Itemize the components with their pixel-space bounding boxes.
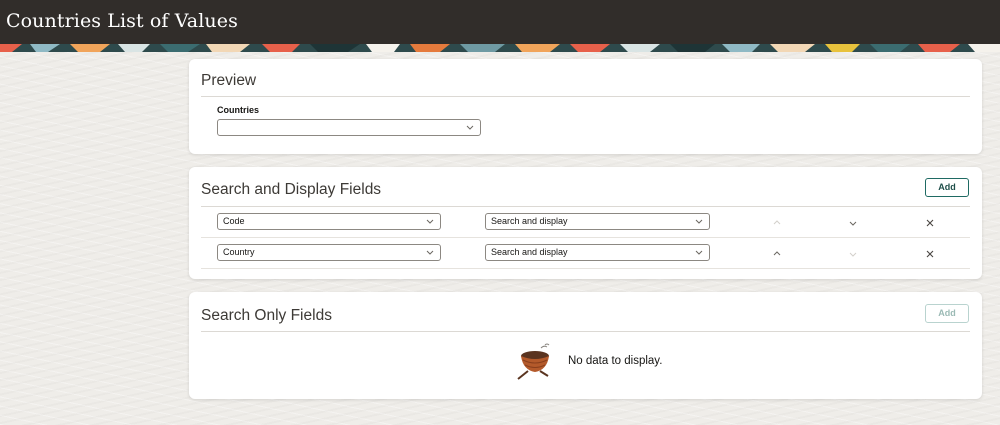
row-divider — [201, 237, 970, 238]
chevron-down-icon — [694, 245, 704, 260]
add-search-only-button[interactable]: Add — [925, 304, 969, 323]
mode-select-code[interactable]: Search and display — [485, 213, 710, 230]
empty-state: No data to display. — [514, 342, 684, 382]
field-select-value: Code — [223, 216, 245, 226]
close-icon[interactable] — [923, 216, 937, 230]
search-display-panel: Search and Display Fields Add Code Searc… — [189, 167, 982, 279]
search-only-divider — [201, 331, 970, 332]
row-divider — [201, 268, 970, 269]
search-display-divider — [201, 206, 970, 207]
chevron-down-icon — [465, 120, 475, 135]
arrow-up-icon[interactable] — [770, 247, 784, 261]
field-select-country[interactable]: Country — [217, 244, 441, 261]
add-search-display-button[interactable]: Add — [925, 178, 969, 197]
search-display-title: Search and Display Fields — [201, 181, 382, 198]
empty-message: No data to display. — [568, 355, 663, 367]
chevron-down-icon — [694, 214, 704, 229]
field-select-code[interactable]: Code — [217, 213, 441, 230]
mode-select-value: Search and display — [491, 247, 568, 257]
close-icon[interactable] — [923, 247, 937, 261]
chevron-down-icon — [425, 214, 435, 229]
search-only-panel: Search Only Fields Add No data to displa… — [189, 292, 982, 399]
preview-divider — [201, 96, 970, 97]
empty-nest-icon — [514, 342, 558, 387]
countries-label: Countries — [217, 105, 260, 115]
decorative-banner — [0, 44, 1000, 52]
arrow-up-icon[interactable] — [770, 216, 784, 230]
countries-select[interactable] — [217, 119, 481, 136]
chevron-down-icon — [425, 245, 435, 260]
app-header: Countries List of Values — [0, 0, 1000, 44]
arrow-down-icon[interactable] — [846, 247, 860, 261]
mode-select-country[interactable]: Search and display — [485, 244, 710, 261]
preview-panel: Preview Countries — [189, 59, 982, 154]
preview-title: Preview — [201, 72, 257, 89]
search-only-title: Search Only Fields — [201, 307, 332, 324]
page-title: Countries List of Values — [6, 10, 238, 32]
field-select-value: Country — [223, 247, 255, 257]
mode-select-value: Search and display — [491, 216, 568, 226]
arrow-down-icon[interactable] — [846, 216, 860, 230]
